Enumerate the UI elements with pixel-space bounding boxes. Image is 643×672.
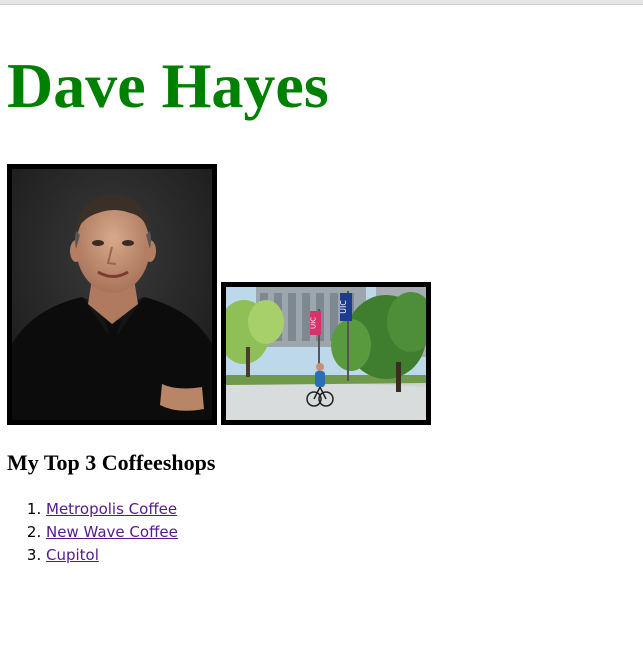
photo-row: UIC UIC xyxy=(7,164,437,426)
page-title: Dave Hayes xyxy=(7,50,329,121)
coffeeshops-heading: My Top 3 Coffeeshops xyxy=(7,450,216,475)
coffeeshop-link-metropolis[interactable]: Metropolis Coffee xyxy=(46,500,177,518)
banner-left-text: UIC xyxy=(310,317,318,329)
list-item: Cupitol xyxy=(46,544,178,567)
browser-top-edge xyxy=(0,0,643,5)
portrait-image xyxy=(12,169,212,420)
coffeeshops-list: Metropolis Coffee New Wave Coffee Cupito… xyxy=(7,498,178,567)
campus-image: UIC UIC xyxy=(226,287,426,420)
coffeeshop-link-cupitol[interactable]: Cupitol xyxy=(46,546,99,564)
portrait-photo xyxy=(7,164,217,425)
list-item: Metropolis Coffee xyxy=(46,498,178,521)
coffeeshop-link-new-wave[interactable]: New Wave Coffee xyxy=(46,523,178,541)
list-item: New Wave Coffee xyxy=(46,521,178,544)
banner-right-text: UIC xyxy=(339,300,348,314)
campus-photo: UIC UIC xyxy=(221,282,431,425)
